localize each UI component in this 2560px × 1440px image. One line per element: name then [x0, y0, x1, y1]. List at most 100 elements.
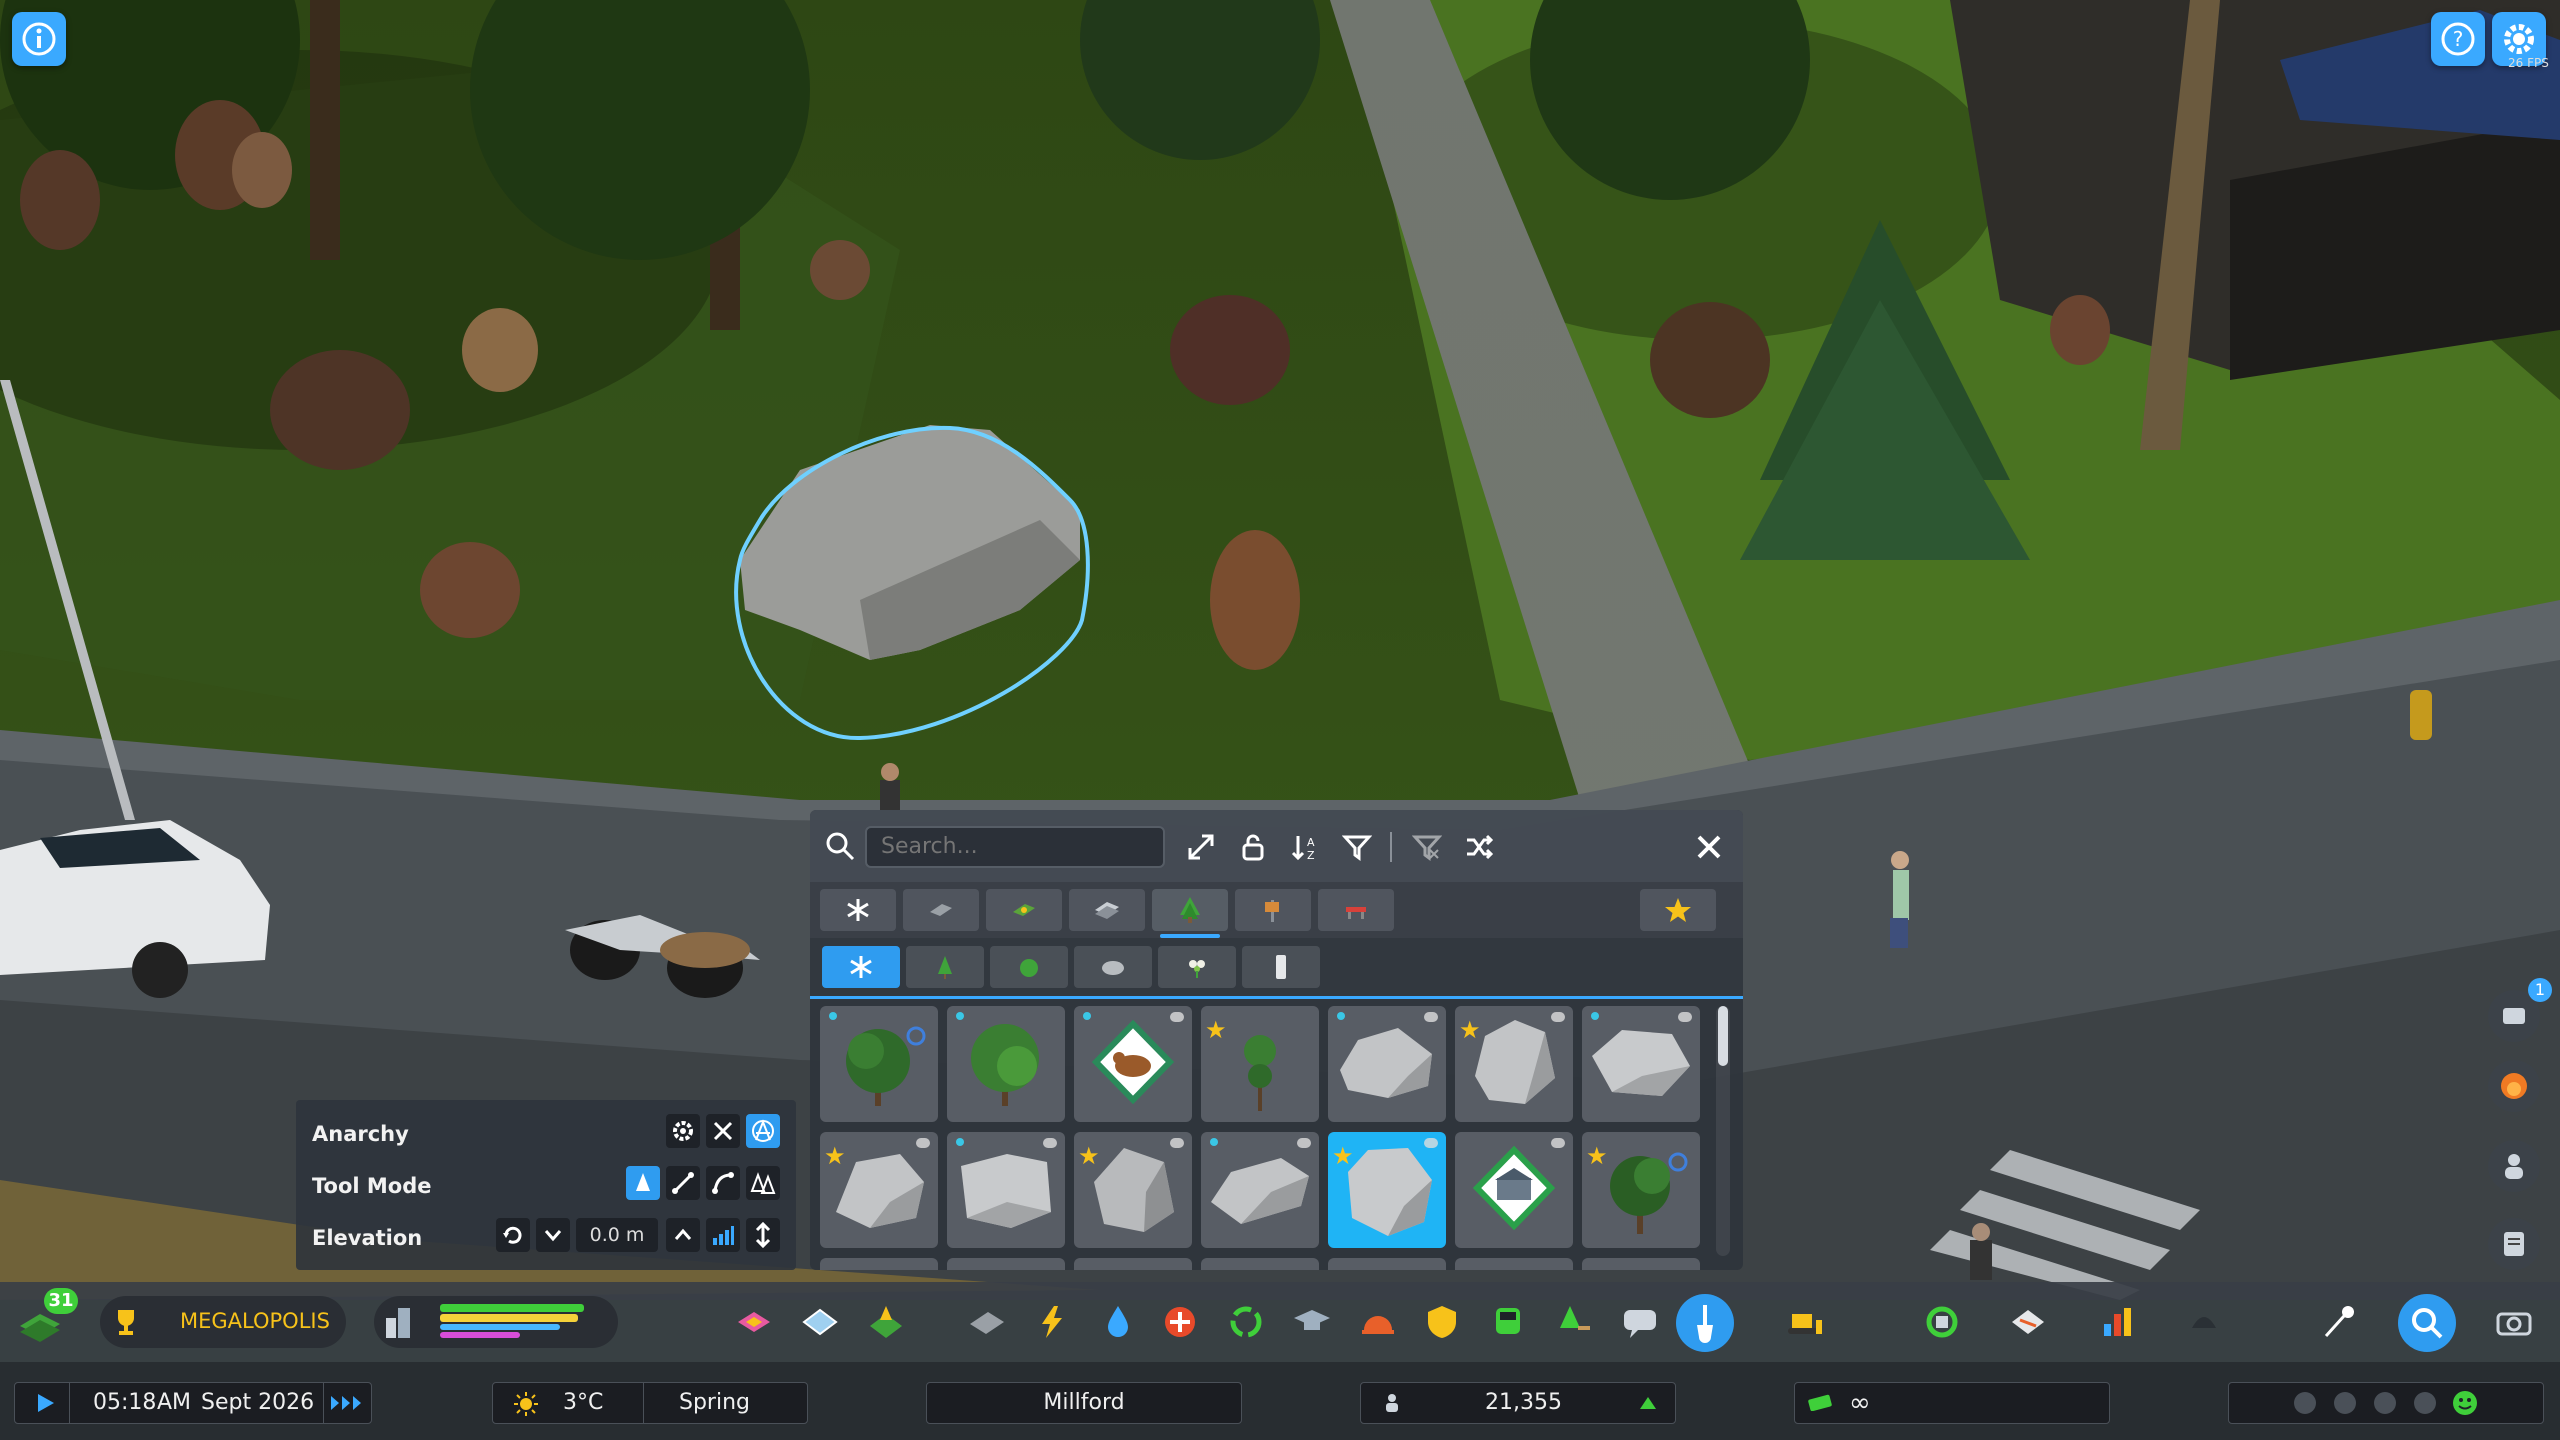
asset-tile[interactable]: ★ — [1074, 1132, 1192, 1248]
health-button[interactable] — [1156, 1298, 1204, 1346]
asset-tile[interactable] — [820, 1006, 938, 1122]
asset-tile[interactable] — [947, 1132, 1065, 1248]
tab-vegetation[interactable] — [1152, 889, 1228, 938]
map-button[interactable] — [2004, 1298, 2052, 1346]
close-panel-button[interactable] — [1690, 828, 1728, 866]
elevation-step-button[interactable] — [706, 1218, 740, 1252]
decal-icon — [1095, 902, 1119, 919]
journal-button[interactable] — [2488, 1218, 2540, 1270]
subtab-bushes[interactable] — [990, 946, 1068, 988]
mode-line-button[interactable] — [666, 1166, 700, 1200]
water-button[interactable] — [1094, 1298, 1142, 1346]
asset-tile[interactable]: ★ — [1455, 1006, 1573, 1122]
asset-tile[interactable] — [1328, 1258, 1446, 1270]
photo-mode-button[interactable] — [2490, 1298, 2538, 1346]
statistics-button[interactable] — [2094, 1298, 2142, 1346]
tab-props[interactable] — [1235, 889, 1311, 931]
happiness-box[interactable] — [2228, 1382, 2544, 1424]
elevation-reset-button[interactable] — [496, 1218, 530, 1252]
filter-button[interactable] — [1338, 828, 1376, 866]
fire-rescue-button[interactable] — [1354, 1298, 1402, 1346]
scrollbar-thumb[interactable] — [1718, 1006, 1728, 1066]
level-badge: 31 — [44, 1288, 78, 1314]
bulldozer-button[interactable] — [1780, 1298, 1828, 1346]
education-button[interactable] — [1288, 1298, 1336, 1346]
money-box[interactable]: ∞ — [1794, 1382, 2110, 1424]
transport-button[interactable] — [1484, 1298, 1532, 1346]
citizens-button[interactable] — [2488, 1140, 2540, 1192]
trade-button[interactable] — [1918, 1298, 1966, 1346]
asset-tile[interactable] — [947, 1258, 1065, 1270]
eyedropper-button[interactable] — [2314, 1298, 2362, 1346]
milestone-pill[interactable]: MEGALOPOLIS — [100, 1296, 346, 1348]
mode-curve-button[interactable] — [706, 1166, 740, 1200]
asset-tile[interactable] — [1582, 1258, 1700, 1270]
shuffle-button[interactable] — [1460, 828, 1498, 866]
areas-button[interactable] — [796, 1298, 844, 1346]
subtab-flowers[interactable] — [1158, 946, 1236, 988]
asset-tile[interactable] — [1455, 1132, 1573, 1248]
clear-filter-button[interactable] — [1408, 828, 1446, 866]
asset-tile[interactable]: ★ — [1582, 1132, 1700, 1248]
tab-paths[interactable] — [903, 889, 979, 931]
asset-tile[interactable] — [947, 1006, 1065, 1122]
garbage-button[interactable] — [1222, 1298, 1270, 1346]
subtab-rocks[interactable] — [1074, 946, 1152, 988]
sort-button[interactable]: AZ — [1286, 828, 1324, 866]
search-button[interactable] — [2398, 1294, 2456, 1352]
asset-tile[interactable] — [1201, 1132, 1319, 1248]
info-button[interactable] — [12, 12, 66, 66]
asset-tile[interactable]: ★ — [1201, 1006, 1319, 1122]
tab-favorites[interactable] — [1640, 889, 1716, 931]
asterisk-icon — [847, 899, 869, 921]
asset-scrollbar[interactable] — [1716, 1006, 1730, 1256]
roads-button[interactable] — [962, 1298, 1010, 1346]
lock-button[interactable] — [1234, 828, 1272, 866]
landscaping-button[interactable] — [862, 1298, 910, 1346]
progression-pill[interactable] — [374, 1296, 618, 1348]
asset-tile-selected[interactable]: ★ — [1328, 1132, 1446, 1248]
electricity-button[interactable] — [1028, 1298, 1076, 1346]
zoning-button[interactable] — [730, 1298, 778, 1346]
subtab-all[interactable] — [822, 946, 900, 988]
city-name-box[interactable]: Millford — [926, 1382, 1242, 1424]
help-icon: ? — [2441, 22, 2475, 56]
type-badge — [1424, 1012, 1438, 1022]
weather-box[interactable]: 3°C Spring — [492, 1382, 808, 1424]
landscaping-tool-active-button[interactable] — [1676, 1294, 1734, 1352]
asset-tile[interactable] — [1455, 1258, 1573, 1270]
population-box[interactable]: 21,355 — [1360, 1382, 1676, 1424]
asset-tile[interactable] — [1074, 1006, 1192, 1122]
mode-brush-button[interactable] — [746, 1166, 780, 1200]
communications-button[interactable] — [1616, 1298, 1664, 1346]
tab-furniture[interactable] — [1318, 889, 1394, 931]
asset-tile[interactable] — [1328, 1006, 1446, 1122]
fire-button[interactable] — [2488, 1060, 2540, 1112]
subtab-misc[interactable] — [1242, 946, 1320, 988]
subtab-trees[interactable] — [906, 946, 984, 988]
asset-tile[interactable] — [1074, 1258, 1192, 1270]
tab-surfaces[interactable] — [986, 889, 1062, 931]
parks-button[interactable] — [1550, 1298, 1598, 1346]
speed-button[interactable] — [323, 1383, 370, 1423]
anarchy-toggle[interactable] — [746, 1114, 780, 1148]
asset-tile[interactable] — [820, 1258, 938, 1270]
help-button[interactable]: ? — [2431, 12, 2485, 66]
tab-all[interactable] — [820, 889, 896, 931]
tab-decals[interactable] — [1069, 889, 1145, 931]
asset-tile[interactable]: ★ — [820, 1132, 938, 1248]
elevation-snap-button[interactable] — [746, 1218, 780, 1252]
anarchy-tools-button[interactable] — [706, 1114, 740, 1148]
asset-tile[interactable] — [1582, 1006, 1700, 1122]
police-button[interactable] — [1418, 1298, 1466, 1346]
mode-single-button[interactable] — [626, 1166, 660, 1200]
chirper-button[interactable] — [2180, 1298, 2228, 1346]
elevation-down-button[interactable] — [536, 1218, 570, 1252]
expand-button[interactable] — [1182, 828, 1220, 866]
elevation-value[interactable]: 0.0 m — [576, 1218, 658, 1252]
play-button[interactable] — [21, 1383, 70, 1423]
asset-tile[interactable] — [1201, 1258, 1319, 1270]
asset-search-input[interactable] — [865, 826, 1165, 868]
elevation-up-button[interactable] — [666, 1218, 700, 1252]
anarchy-settings-button[interactable] — [666, 1114, 700, 1148]
